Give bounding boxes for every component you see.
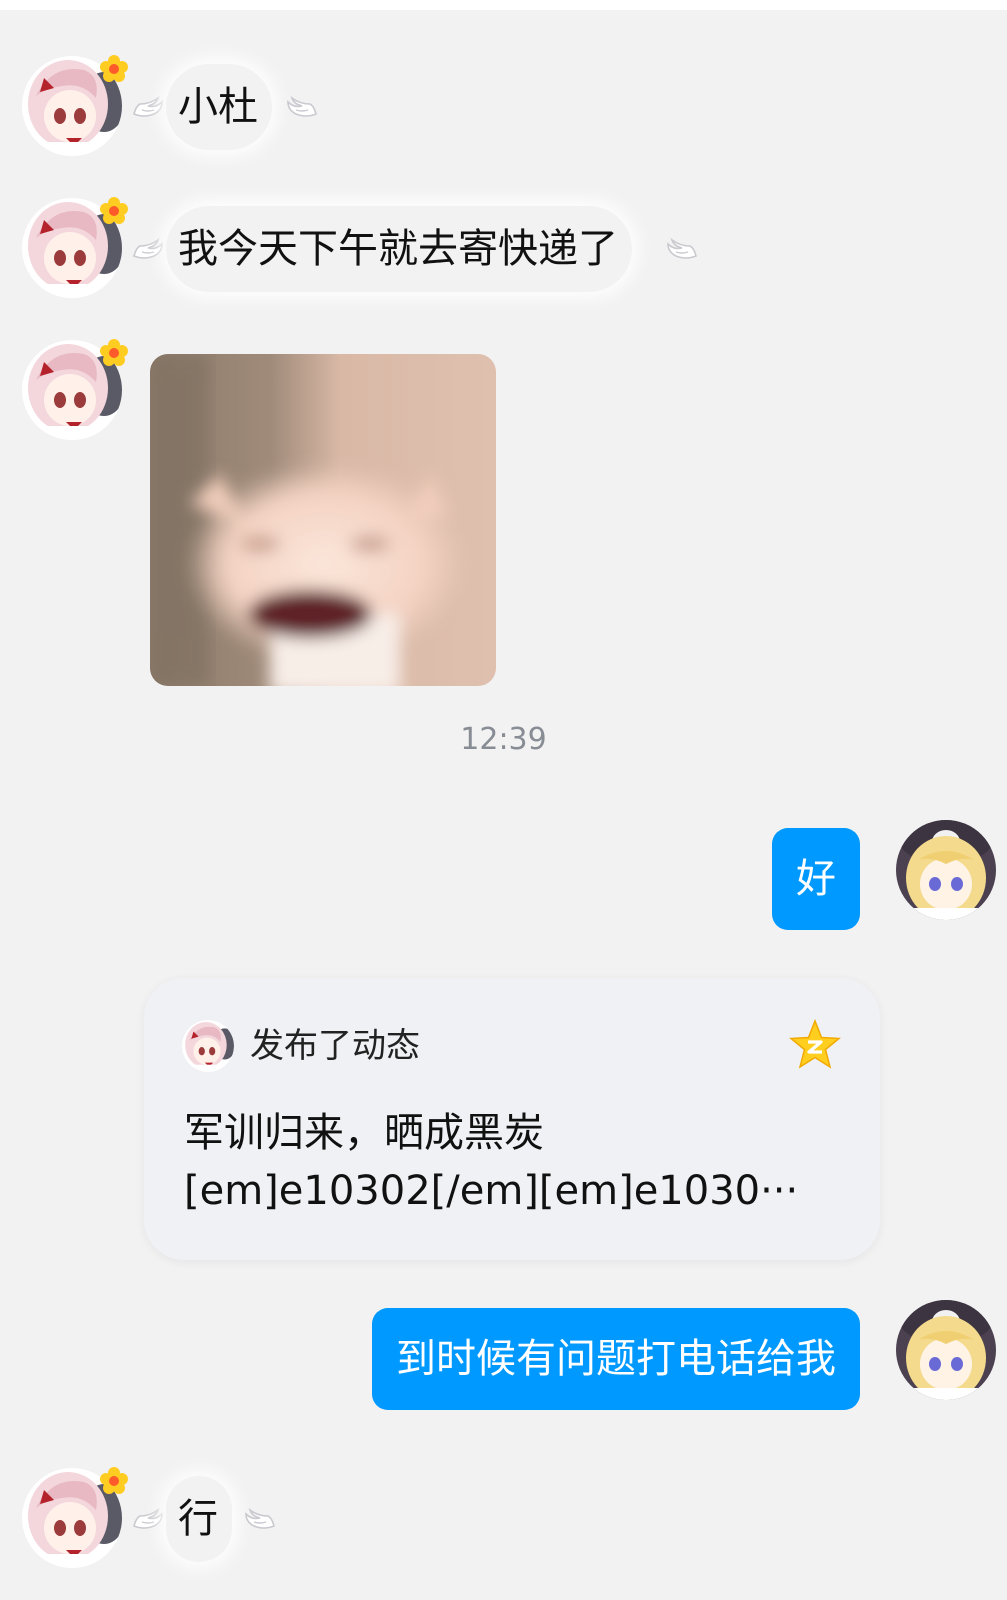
post-header: 发布了动态	[250, 1026, 420, 1066]
message-incoming: 行	[0, 1466, 1007, 1576]
post-text-line: [em]e10302[/em][em]e1030···	[184, 1168, 799, 1214]
post-text-line: 军训归来，晒成黑炭	[184, 1110, 544, 1156]
shared-post-card[interactable]: 发布了动态 军训归来，晒成黑炭 [em]e10302[/em][em]e1030…	[144, 978, 880, 1260]
post-author-avatar	[182, 1020, 234, 1072]
wing-left-icon	[130, 234, 166, 264]
my-avatar[interactable]	[896, 820, 996, 920]
timestamp: 12:39	[460, 722, 547, 757]
chat-bubble[interactable]: 我今天下午就去寄快递了	[166, 206, 632, 292]
flower-icon	[99, 338, 129, 368]
message-outgoing: 到时候有问题打电话给我	[0, 1294, 1007, 1410]
wing-right-icon	[242, 1504, 278, 1534]
wing-left-icon	[130, 92, 166, 122]
sticker-laughing-cat[interactable]	[150, 354, 496, 686]
flower-icon	[99, 54, 129, 84]
wing-right-icon	[284, 92, 320, 122]
contact-avatar[interactable]	[22, 340, 122, 440]
my-avatar[interactable]	[896, 1300, 996, 1400]
status-bar-area	[0, 0, 1007, 10]
qzone-star-icon	[789, 1018, 841, 1069]
chat-bubble-outgoing[interactable]: 好	[772, 828, 860, 930]
message-incoming: 我今天下午就去寄快递了	[0, 196, 1007, 306]
contact-avatar[interactable]	[22, 56, 122, 156]
message-incoming: 小杜	[0, 54, 1007, 164]
flower-icon	[99, 196, 129, 226]
flower-icon	[99, 1466, 129, 1496]
chat-bubble[interactable]: 小杜	[166, 64, 272, 150]
chat-bubble[interactable]: 行	[166, 1476, 232, 1562]
wing-right-icon	[664, 234, 700, 264]
contact-avatar[interactable]	[22, 198, 122, 298]
chat-bubble-outgoing[interactable]: 到时候有问题打电话给我	[372, 1308, 860, 1410]
post-content: 军训归来，晒成黑炭 [em]e10302[/em][em]e1030···	[184, 1104, 844, 1220]
wing-left-icon	[130, 1504, 166, 1534]
message-outgoing: 好	[0, 814, 1007, 930]
contact-avatar[interactable]	[22, 1468, 122, 1568]
